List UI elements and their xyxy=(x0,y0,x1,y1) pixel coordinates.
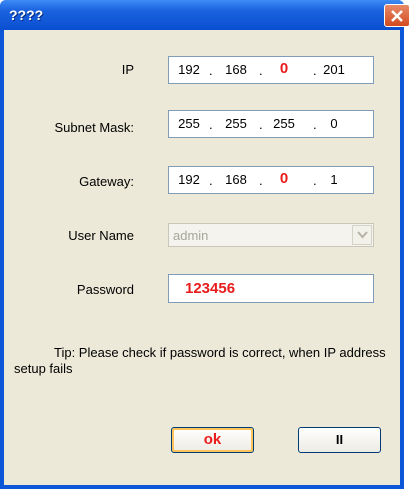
subnet-octet-3[interactable]: 255 xyxy=(269,116,299,131)
cancel-button[interactable]: II xyxy=(298,427,381,453)
window-title: ???? xyxy=(9,7,44,23)
close-button[interactable] xyxy=(384,4,410,27)
title-bar[interactable]: ???? xyxy=(0,0,410,30)
subnet-label: Subnet Mask: xyxy=(54,120,135,135)
subnet-octet-4[interactable]: 0 xyxy=(319,116,349,131)
subnet-dot: . xyxy=(259,117,263,132)
user-name-select[interactable]: admin xyxy=(168,223,374,247)
user-name-dropdown-button[interactable] xyxy=(352,225,372,245)
ip-label: IP xyxy=(121,62,134,77)
gateway-label: Gateway: xyxy=(79,174,134,189)
user-name-label: User Name xyxy=(68,228,134,243)
user-name-value: admin xyxy=(173,228,209,243)
ip-octet-2[interactable]: 168 xyxy=(221,62,251,77)
ip-address-field[interactable]: 192 . 168 . 0 . 201 xyxy=(168,56,374,84)
ip-dot: . xyxy=(259,63,263,78)
subnet-dot: . xyxy=(313,117,317,132)
password-field[interactable]: 123456 xyxy=(168,274,374,303)
gateway-field[interactable]: 192 . 168 . 0 . 1 xyxy=(168,166,374,194)
subnet-mask-field[interactable]: 255 . 255 . 255 . 0 xyxy=(168,110,374,138)
password-value[interactable]: 123456 xyxy=(185,280,235,297)
gateway-octet-4[interactable]: 1 xyxy=(319,172,349,187)
ip-dot: . xyxy=(313,63,317,78)
ok-button[interactable]: ok xyxy=(171,427,254,453)
dialog-window: ???? IP 192 . 168 . 0 . 201 Subnet Mask:… xyxy=(0,0,410,489)
subnet-octet-2[interactable]: 255 xyxy=(221,116,251,131)
ip-dot: . xyxy=(209,63,213,78)
ip-octet-3[interactable]: 0 xyxy=(269,60,299,77)
dialog-body: IP 192 . 168 . 0 . 201 Subnet Mask: 255 … xyxy=(4,30,400,485)
ok-button-label: ok xyxy=(203,431,222,448)
cancel-button-label: II xyxy=(335,432,344,447)
ip-octet-1[interactable]: 192 xyxy=(174,62,204,77)
gateway-dot: . xyxy=(209,173,213,188)
chevron-down-icon xyxy=(357,231,368,239)
gateway-octet-2[interactable]: 168 xyxy=(221,172,251,187)
ip-octet-4[interactable]: 201 xyxy=(319,62,349,77)
subnet-dot: . xyxy=(209,117,213,132)
gateway-octet-3[interactable]: 0 xyxy=(269,170,299,187)
tip-text: Tip: Please check if password is correct… xyxy=(14,345,386,376)
gateway-dot: . xyxy=(259,173,263,188)
gateway-dot: . xyxy=(313,173,317,188)
gateway-octet-1[interactable]: 192 xyxy=(174,172,204,187)
subnet-octet-1[interactable]: 255 xyxy=(174,116,204,131)
close-icon xyxy=(391,10,403,22)
password-label: Password xyxy=(76,282,134,297)
